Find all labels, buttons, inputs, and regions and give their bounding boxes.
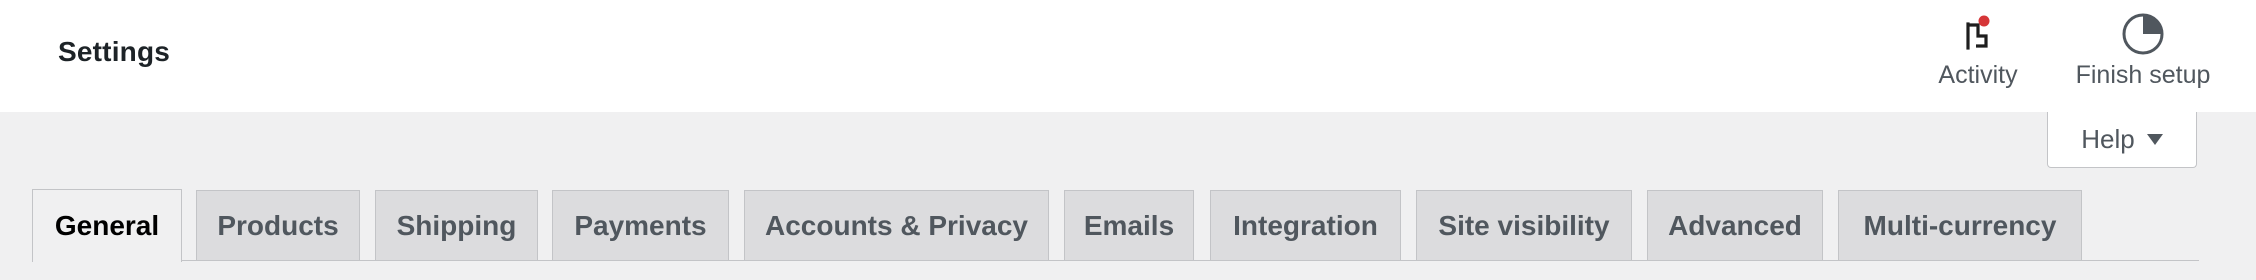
tab-multi-currency[interactable]: Multi-currency: [1838, 190, 2082, 260]
tab-payments[interactable]: Payments: [552, 190, 729, 260]
pie-progress-icon: [2121, 12, 2165, 56]
tab-products[interactable]: Products: [196, 190, 360, 260]
tab-label: Advanced: [1668, 209, 1802, 241]
page-title: Settings: [58, 36, 171, 67]
tab-label: General: [54, 210, 160, 241]
tab-site-visibility[interactable]: Site visibility: [1416, 190, 1632, 260]
tab-advanced[interactable]: Advanced: [1647, 190, 1823, 260]
flag-icon: [1956, 12, 2000, 56]
tab-accounts-privacy[interactable]: Accounts & Privacy: [744, 190, 1049, 260]
tabs-baseline: [32, 260, 2199, 261]
tab-label: Products: [217, 209, 339, 241]
tab-emails[interactable]: Emails: [1064, 190, 1194, 260]
tab-shipping[interactable]: Shipping: [375, 190, 538, 260]
tab-label: Emails: [1083, 209, 1175, 241]
tab-label: Accounts & Privacy: [765, 209, 1028, 241]
notification-dot: [1978, 15, 1990, 27]
finish-setup-label: Finish setup: [2075, 61, 2211, 89]
help-button[interactable]: Help: [2047, 112, 2197, 168]
tab-label: Shipping: [396, 209, 517, 241]
activity-button[interactable]: Activity: [1930, 0, 2026, 112]
tab-label: Payments: [574, 209, 707, 241]
tab-label: Site visibility: [1438, 209, 1610, 241]
activity-label: Activity: [1938, 61, 2018, 89]
tab-label: Integration: [1233, 209, 1378, 241]
tab-general[interactable]: General: [32, 189, 182, 262]
caret-down-icon: [2146, 134, 2163, 145]
tab-label: Multi-currency: [1863, 209, 2057, 241]
top-header-bar: Settings Activity Finish setup: [0, 0, 2256, 112]
finish-setup-button[interactable]: Finish setup: [2060, 0, 2226, 112]
help-label: Help: [2081, 124, 2135, 154]
tab-integration[interactable]: Integration: [1210, 190, 1401, 260]
